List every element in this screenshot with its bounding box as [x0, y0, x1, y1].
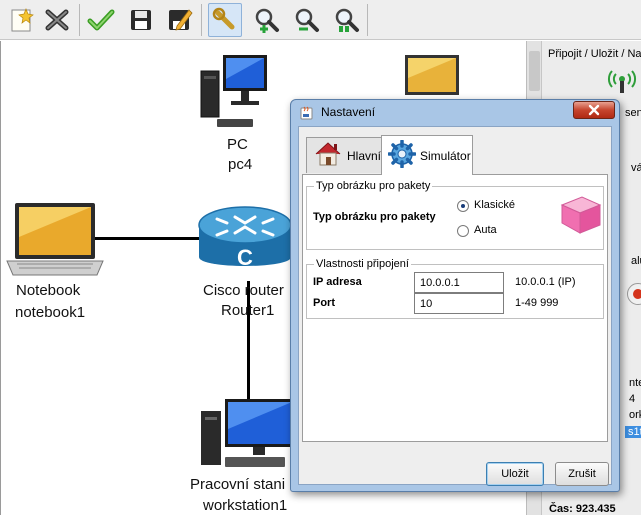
tab-simulator[interactable]: Simulátor: [381, 135, 473, 175]
settings-dialog: Nastavení Hlavní Simulátor Typ obrázku p…: [290, 99, 620, 492]
right-panel-text-1: sen: [625, 107, 641, 119]
gear-icon: [387, 139, 417, 171]
save-button[interactable]: Uložit: [486, 462, 544, 486]
zoom-out-icon[interactable]: [290, 3, 324, 37]
pc-name-label: pc4: [228, 156, 253, 173]
right-panel-text-4: nteb: [629, 377, 641, 389]
right-panel-header: Připojit / Uložit / Na: [548, 48, 641, 60]
notebook-type-label: Notebook: [16, 282, 81, 299]
laptop-device-icon[interactable]: [401, 55, 471, 102]
tab-simulator-label: Simulátor: [420, 148, 471, 163]
scrollbar-thumb[interactable]: [529, 51, 540, 91]
time-readout: Čas: 923.435: [549, 503, 616, 515]
workstation-name-label: workstation1: [203, 497, 288, 514]
tab-hlavni[interactable]: Hlavní: [306, 137, 382, 173]
connection-group-title: Vlastnosti připojení: [314, 258, 411, 270]
radio-auta-label[interactable]: Auta: [474, 224, 497, 236]
right-panel-selected-item[interactable]: s1td: [625, 426, 641, 438]
router-device-icon[interactable]: C: [197, 199, 293, 286]
tab-hlavni-label: Hlavní: [347, 148, 382, 163]
house-icon: [313, 140, 343, 171]
zoom-in-icon[interactable]: [250, 3, 284, 37]
port-label: Port: [313, 297, 335, 309]
router-type-label: Cisco router: [203, 282, 284, 299]
packet-type-label: Typ obrázku pro pakety: [313, 211, 436, 223]
pc-device-icon[interactable]: [199, 49, 271, 138]
radio-auta[interactable]: [457, 225, 469, 237]
pc-type-label: PC: [227, 136, 248, 153]
radio-klasicke-label[interactable]: Klasické: [474, 199, 515, 211]
dialog-title: Nastavení: [321, 105, 376, 119]
dialog-body: Hlavní Simulátor Typ obrázku pro pakety …: [298, 126, 612, 486]
save-as-icon[interactable]: [162, 3, 196, 37]
ip-address-field[interactable]: [414, 272, 504, 293]
link-tool-icon[interactable]: [208, 3, 242, 37]
notebook-name-label: notebook1: [15, 304, 86, 321]
record-button[interactable]: [627, 283, 641, 305]
check-icon[interactable]: [84, 3, 118, 37]
link-notebook-router[interactable]: [90, 237, 202, 240]
zoom-reset-icon[interactable]: [330, 3, 364, 37]
router-name-label: Router1: [221, 302, 275, 319]
delete-icon[interactable]: [40, 3, 74, 37]
port-hint: 1-49 999: [515, 297, 559, 309]
right-panel-text-3: alu: [631, 255, 641, 267]
java-icon: [299, 105, 315, 124]
simulator-panel: Typ obrázku pro pakety Typ obrázku pro p…: [302, 174, 608, 442]
main-toolbar: [0, 0, 641, 40]
packet-preview-icon: [558, 191, 604, 240]
dialog-title-bar[interactable]: Nastavení: [291, 100, 619, 124]
workstation-type-label: Pracovní stani: [190, 476, 286, 493]
wireless-icon[interactable]: [607, 67, 637, 96]
close-icon: [588, 104, 600, 116]
workstation-device-icon[interactable]: [197, 397, 297, 476]
close-button[interactable]: [573, 101, 615, 119]
right-panel-text-2: vá: [631, 162, 641, 174]
packet-type-group-title: Typ obrázku pro pakety: [314, 180, 433, 192]
port-field[interactable]: [414, 293, 504, 314]
cancel-button[interactable]: Zrušit: [555, 462, 609, 486]
save-icon[interactable]: [124, 3, 158, 37]
record-icon: [633, 289, 641, 299]
svg-text:C: C: [237, 245, 253, 270]
right-panel-text-5: 4: [629, 393, 636, 405]
notebook-device-icon[interactable]: [5, 201, 105, 282]
ip-address-hint: 10.0.0.1 (IP): [515, 276, 576, 288]
radio-klasicke[interactable]: [457, 200, 469, 212]
ip-address-label: IP adresa: [313, 276, 362, 288]
right-panel-text-6: orks: [629, 409, 641, 421]
new-icon[interactable]: [4, 3, 38, 37]
